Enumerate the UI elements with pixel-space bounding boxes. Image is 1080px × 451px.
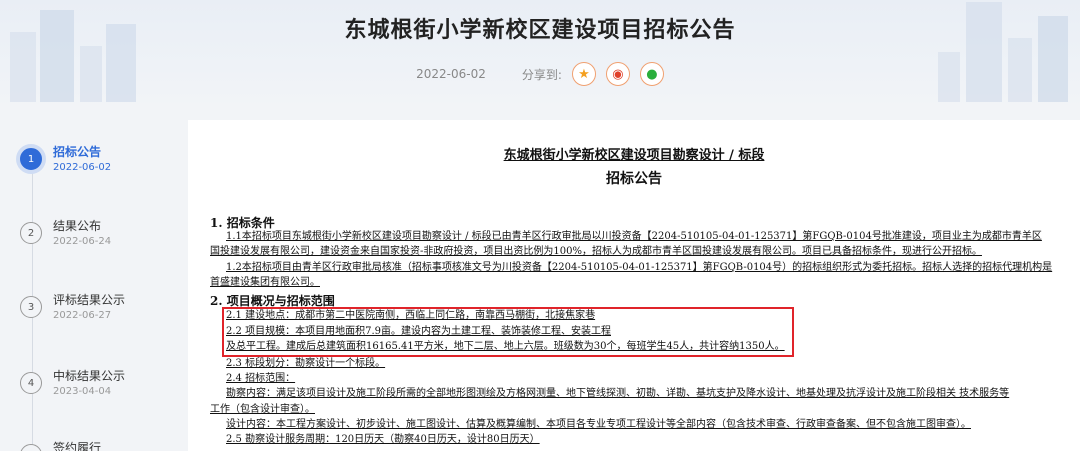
- step-number: 2: [20, 222, 42, 244]
- progress-timeline: 1 招标公告 2022-06-02 2 结果公布 2022-06-24 3 评标…: [0, 120, 180, 451]
- step-label: 招标公告: [53, 145, 102, 159]
- favorite-icon[interactable]: ★: [571, 62, 596, 86]
- step-date: 2023-04-04: [53, 386, 112, 397]
- step-date: 2022-06-27: [53, 310, 112, 321]
- share-label: 分享到:: [521, 67, 562, 82]
- paragraph-line: 2.4 招标范围：: [226, 373, 296, 384]
- paragraph-line: 勘察内容：满足该项目设计及施工阶段所需的全部地形图测绘及方格网测量、地下管线探测…: [226, 388, 1010, 399]
- step-number: 1: [20, 148, 42, 170]
- publish-date: 2022-06-02: [416, 67, 486, 81]
- notice-document: 东城根街小学新校区建设项目勘察设计 / 标段 招标公告 1. 招标条件 1.1本…: [188, 120, 1080, 451]
- step-label: 签约履行: [53, 441, 102, 451]
- paragraph-line: 首盛建设集团有限公司。: [210, 277, 320, 288]
- paragraph-line: 1.2本招标项目由青羊区行政审批局核准（招标事项核准文号为川投资备【2204-5…: [226, 262, 1053, 273]
- step-label: 中标结果公示: [53, 369, 126, 383]
- timeline-step-bid-notice[interactable]: 1 招标公告 2022-06-02: [20, 144, 111, 176]
- timeline-step-result[interactable]: 2 结果公布 2022-06-24: [20, 218, 111, 250]
- timeline-step-evaluation[interactable]: 3 评标结果公示 2022-06-27: [20, 292, 125, 324]
- highlight-box: [222, 307, 794, 357]
- weibo-icon[interactable]: ◉: [605, 62, 630, 86]
- meta-bar: 2022-06-02 分享到: ★ ◉ ●: [0, 62, 1080, 86]
- step-number: 4: [20, 372, 42, 394]
- page-title: 东城根街小学新校区建设项目招标公告: [344, 18, 736, 43]
- section-heading: 1. 招标条件: [210, 216, 275, 230]
- paragraph-line: 设计内容：本工程方案设计、初步设计、施工图设计、估算及概算编制、本项目各专业专项…: [226, 419, 971, 430]
- paragraph-line: 1.1本招标项目东城根街小学新校区建设项目勘察设计 / 标段已由青羊区行政审批局…: [226, 231, 1042, 242]
- page-header: 东城根街小学新校区建设项目招标公告 2022-06-02 分享到: ★ ◉ ●: [0, 0, 1080, 110]
- paragraph-line: 2.5 勘察设计服务周期：120日历天（勘察40日历天，设计80日历天）: [226, 434, 540, 445]
- wechat-icon[interactable]: ●: [639, 62, 664, 86]
- document-title: 东城根街小学新校区建设项目勘察设计 / 标段: [503, 148, 765, 163]
- step-number: 5: [20, 444, 42, 451]
- step-number: 3: [20, 296, 42, 318]
- paragraph-line: 国投建设发展有限公司，建设资金来自国家投资-非政府投资，项目出资比例为100%，…: [210, 246, 982, 257]
- step-date: 2022-06-24: [53, 236, 112, 247]
- paragraph-line: 2.3 标段划分：勘察设计一个标段。: [226, 358, 386, 369]
- timeline-step-contract[interactable]: 5 签约履行: [20, 440, 101, 451]
- paragraph-line: 工作（包含设计审查）。: [210, 404, 315, 415]
- timeline-step-award[interactable]: 4 中标结果公示 2023-04-04: [20, 368, 125, 400]
- document-subtitle: 招标公告: [606, 171, 662, 187]
- step-date: 2022-06-02: [53, 162, 112, 173]
- step-label: 评标结果公示: [53, 293, 126, 307]
- step-label: 结果公布: [53, 219, 102, 233]
